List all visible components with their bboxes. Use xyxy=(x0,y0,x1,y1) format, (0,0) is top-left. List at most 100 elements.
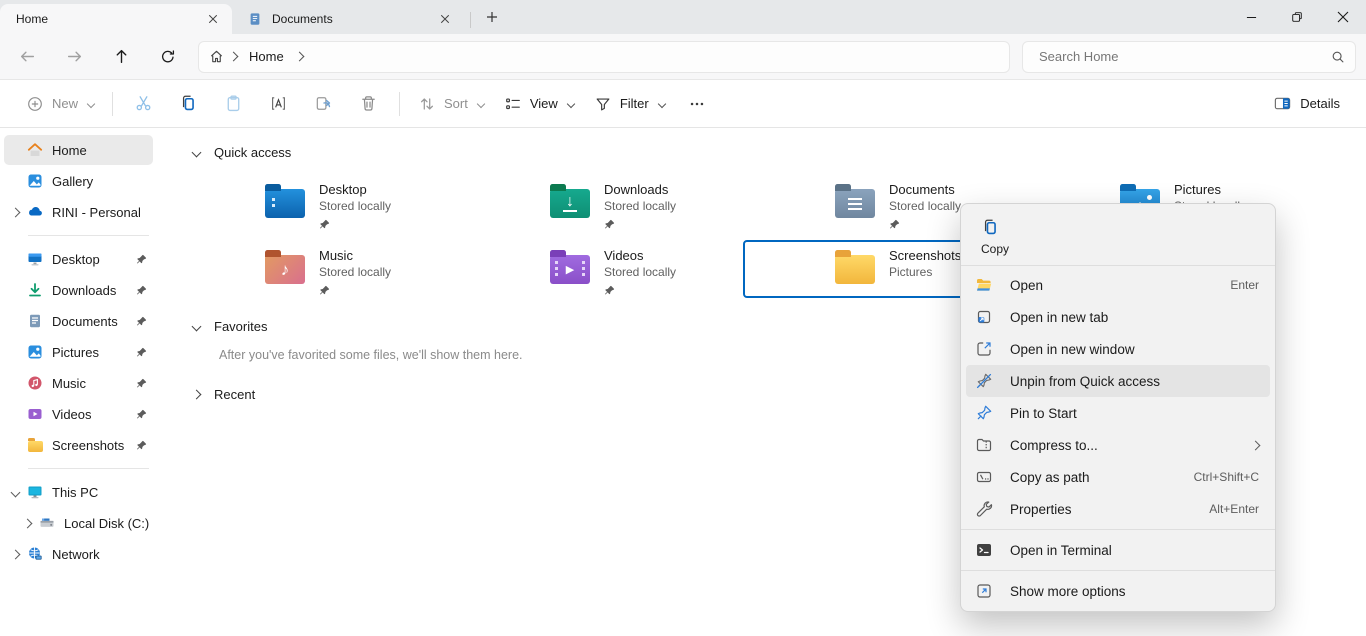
this-pc-icon xyxy=(26,484,44,500)
sidebar-item-onedrive[interactable]: RINI - Personal xyxy=(4,197,153,227)
tab-home[interactable]: Home xyxy=(0,4,232,34)
terminal-icon xyxy=(974,540,994,560)
sidebar-item-documents[interactable]: Documents xyxy=(4,306,153,336)
search-input[interactable] xyxy=(1037,48,1331,65)
chevron-down-icon[interactable] xyxy=(192,147,202,157)
search-icon[interactable] xyxy=(1331,50,1345,64)
sidebar-item-music[interactable]: Music xyxy=(4,368,153,398)
screenshots-folder-icon xyxy=(26,437,44,453)
sidebar-item-videos[interactable]: Videos xyxy=(4,399,153,429)
sort-button[interactable]: Sort xyxy=(408,87,494,121)
more-options-button[interactable] xyxy=(675,87,719,121)
back-button[interactable] xyxy=(10,41,44,73)
sidebar-item-pictures[interactable]: Pictures xyxy=(4,337,153,367)
menu-item-pin-to-start[interactable]: Pin to Start xyxy=(966,397,1270,429)
menu-separator xyxy=(961,265,1275,266)
navigation-bar: Home xyxy=(0,34,1366,80)
open-new-tab-icon xyxy=(974,307,994,327)
new-tab-button[interactable] xyxy=(477,4,507,30)
search-box[interactable] xyxy=(1022,41,1356,73)
breadcrumb-home[interactable]: Home xyxy=(243,47,290,66)
chevron-down-icon[interactable] xyxy=(4,489,26,496)
forward-button[interactable] xyxy=(57,41,91,73)
chevron-right-icon[interactable] xyxy=(4,209,26,216)
rename-button[interactable] xyxy=(256,87,301,121)
chevron-down-icon[interactable] xyxy=(192,321,202,331)
close-tab-icon[interactable] xyxy=(202,8,224,30)
downloads-icon xyxy=(26,282,44,298)
tile-desktop[interactable]: Desktop Stored locally xyxy=(235,174,511,232)
refresh-button[interactable] xyxy=(151,41,185,73)
music-icon xyxy=(26,375,44,391)
navigation-pane: Home Gallery RINI - Personal xyxy=(0,128,157,635)
menu-item-open-in-new-window[interactable]: Open in new window xyxy=(966,333,1270,365)
tile-music[interactable]: ♪ Music Stored locally xyxy=(235,240,511,298)
file-explorer-window: Home Documents xyxy=(0,0,1366,636)
paste-button[interactable] xyxy=(211,87,256,121)
menu-item-show-more-options[interactable]: Show more options xyxy=(966,575,1270,607)
new-button[interactable]: New xyxy=(16,87,104,121)
share-button[interactable] xyxy=(301,87,346,121)
tab-documents[interactable]: Documents xyxy=(232,4,464,34)
sidebar-item-desktop[interactable]: Desktop xyxy=(4,244,153,274)
toolbar-separator xyxy=(112,92,113,116)
close-button[interactable] xyxy=(1320,0,1366,34)
minimize-button[interactable] xyxy=(1228,0,1274,34)
menu-item-open-in-terminal[interactable]: Open in Terminal xyxy=(966,534,1270,566)
address-bar[interactable]: Home xyxy=(198,41,1010,73)
gallery-icon xyxy=(26,173,44,189)
context-menu-quick-actions: Copy xyxy=(961,208,1275,262)
pin-icon xyxy=(604,283,676,295)
plus-circle-icon xyxy=(26,95,44,113)
details-button[interactable]: Details xyxy=(1263,87,1350,121)
up-button[interactable] xyxy=(104,41,138,73)
pin-icon xyxy=(131,285,151,296)
restore-button[interactable] xyxy=(1274,0,1320,34)
sidebar-item-local-disk-c[interactable]: Local Disk (C:) xyxy=(4,508,153,538)
copy-icon xyxy=(981,218,1000,237)
chevron-down-icon xyxy=(567,99,575,107)
copy-quick-action[interactable]: Copy xyxy=(981,218,1009,256)
compress-zip-icon xyxy=(974,435,994,455)
chevron-right-icon[interactable] xyxy=(192,389,202,399)
quick-access-title: Quick access xyxy=(214,145,291,160)
menu-separator xyxy=(961,570,1275,571)
menu-item-open[interactable]: Open Enter xyxy=(966,269,1270,301)
filter-label: Filter xyxy=(620,96,649,111)
command-bar: New Sort xyxy=(0,80,1366,128)
sidebar-item-screenshots[interactable]: Screenshots xyxy=(4,430,153,460)
pin-icon xyxy=(131,378,151,389)
quick-access-header[interactable]: Quick access xyxy=(157,138,1366,166)
menu-item-unpin-from-quick-access[interactable]: Unpin from Quick access xyxy=(966,365,1270,397)
titlebar-drag-region xyxy=(507,0,1228,34)
filter-button[interactable]: Filter xyxy=(584,87,675,121)
cut-button[interactable] xyxy=(121,87,166,121)
sort-label: Sort xyxy=(444,96,468,111)
pin-icon xyxy=(131,409,151,420)
filter-icon xyxy=(594,95,612,113)
music-folder-icon: ♪ xyxy=(265,255,305,284)
sidebar-item-home[interactable]: Home xyxy=(4,135,153,165)
tile-downloads[interactable]: ↓ Downloads Stored locally xyxy=(520,174,796,232)
sidebar-item-downloads[interactable]: Downloads xyxy=(4,275,153,305)
menu-item-compress-to[interactable]: Compress to... xyxy=(966,429,1270,461)
breadcrumb-chevron-icon[interactable] xyxy=(294,52,304,62)
copy-button[interactable] xyxy=(166,87,211,121)
details-label: Details xyxy=(1300,96,1340,111)
chevron-right-icon[interactable] xyxy=(4,520,38,527)
sidebar-item-gallery[interactable]: Gallery xyxy=(4,166,153,196)
sidebar-item-network[interactable]: Network xyxy=(4,539,153,569)
chevron-right-icon[interactable] xyxy=(4,551,26,558)
menu-item-properties[interactable]: Properties Alt+Enter xyxy=(966,493,1270,525)
downloads-folder-icon: ↓ xyxy=(550,189,590,218)
menu-item-copy-as-path[interactable]: Copy as path Ctrl+Shift+C xyxy=(966,461,1270,493)
delete-button[interactable] xyxy=(346,87,391,121)
sidebar-item-this-pc[interactable]: This PC xyxy=(4,477,153,507)
menu-separator xyxy=(961,529,1275,530)
open-folder-icon xyxy=(974,275,994,295)
close-tab-icon[interactable] xyxy=(434,8,456,30)
menu-item-open-in-new-tab[interactable]: Open in new tab xyxy=(966,301,1270,333)
home-breadcrumb-icon[interactable] xyxy=(209,49,224,64)
view-button[interactable]: View xyxy=(494,87,584,121)
recent-title: Recent xyxy=(214,387,255,402)
